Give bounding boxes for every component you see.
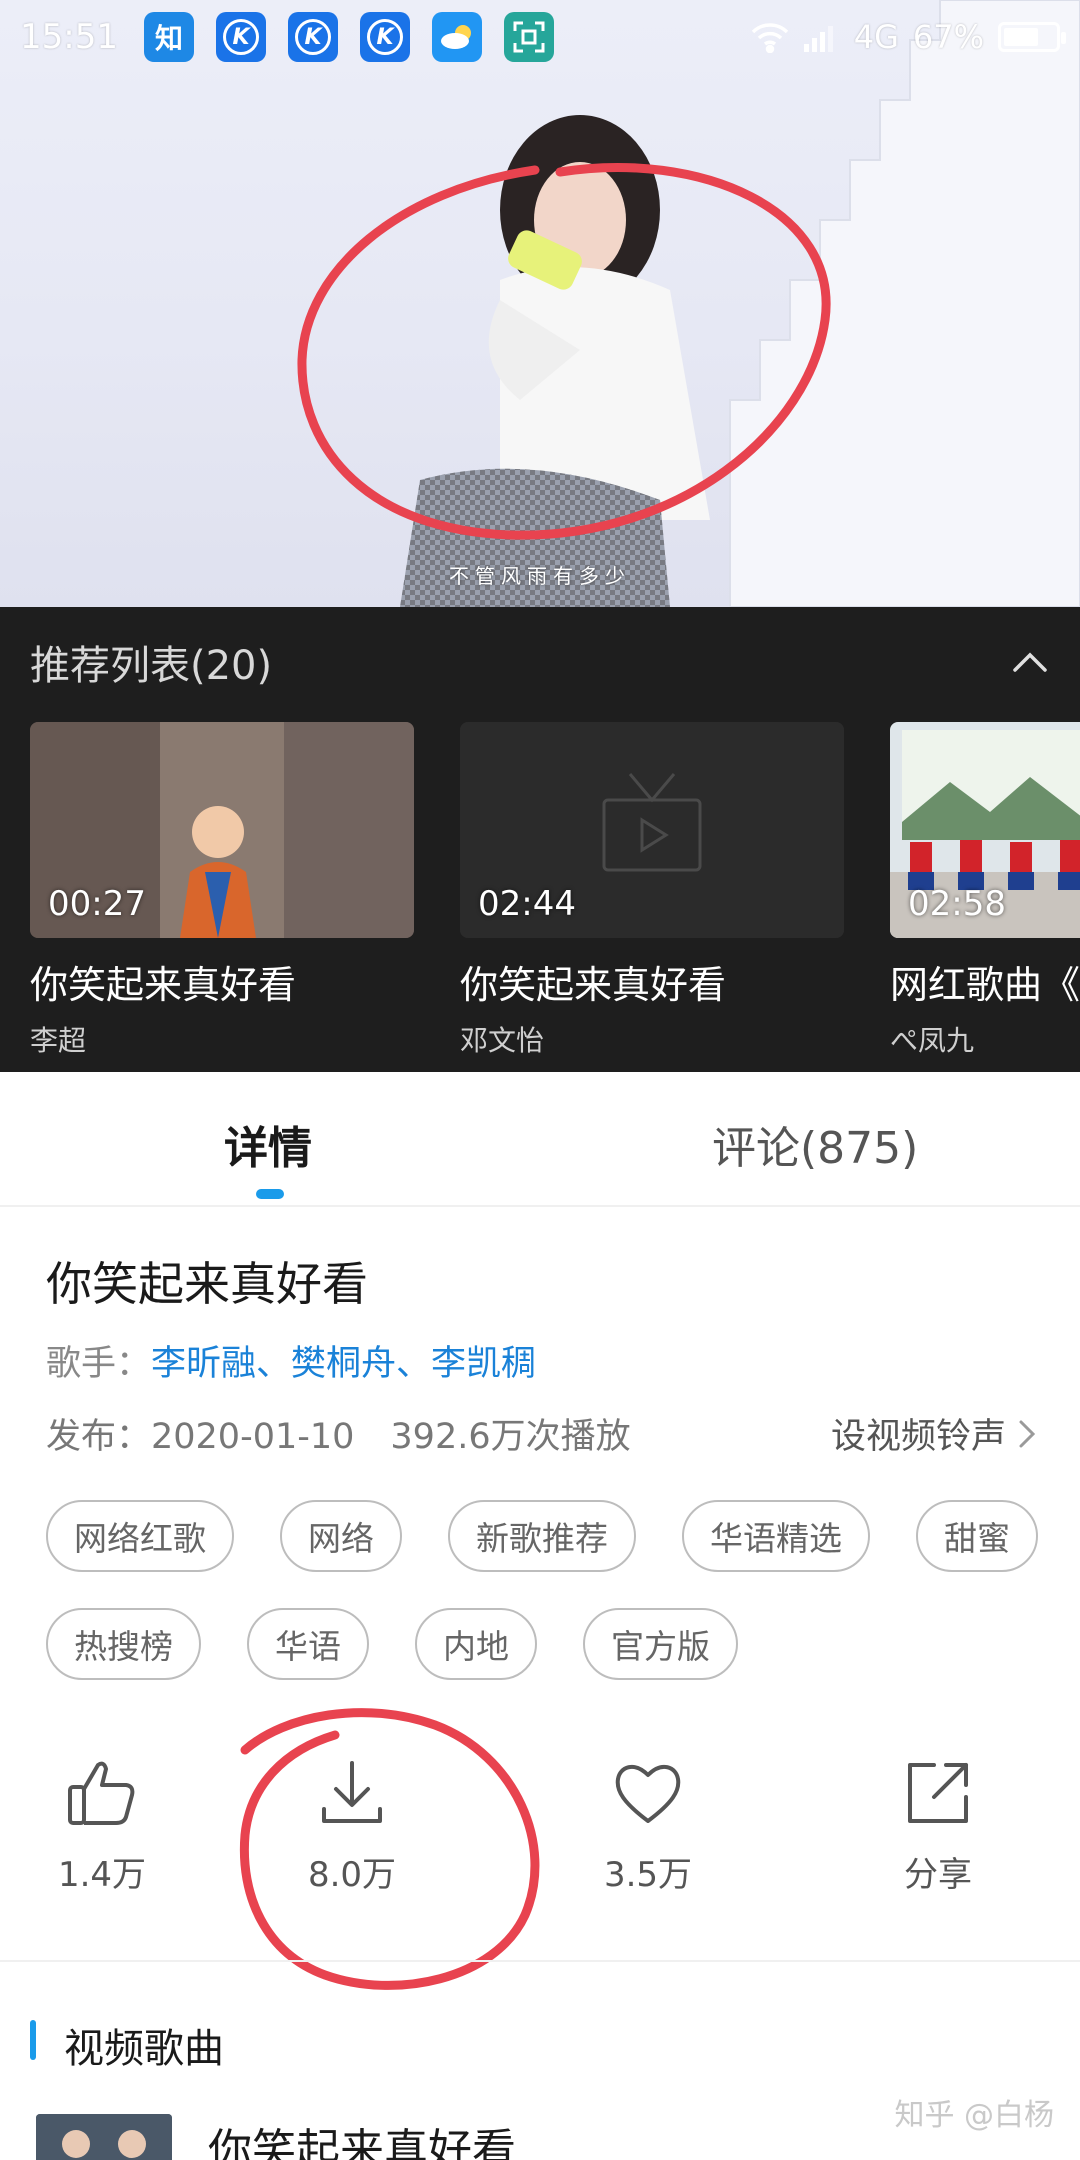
song-title: 你笑起来真好看: [46, 1257, 368, 1311]
recommend-video-title: 你笑起来真好看: [30, 963, 297, 1007]
chevron-right-icon: [1019, 1420, 1036, 1447]
tag-chip[interactable]: 华语精选: [682, 1500, 870, 1572]
chevron-up-icon: [1013, 652, 1047, 672]
status-bar: 15:51 知 K K K 4G 67%: [0, 0, 1080, 74]
heart-icon: [615, 1764, 681, 1823]
tag-chip[interactable]: 内地: [415, 1608, 537, 1680]
tag-chip[interactable]: 华语: [247, 1608, 369, 1680]
tag-row: 热搜榜 华语 内地 官方版: [46, 1608, 1080, 1680]
kugou-app-icon: K: [215, 12, 266, 62]
recommend-list: 00:27 你笑起来真好看 李超 02:44 你笑起来真好看 邓文怡 02:58…: [30, 722, 1080, 1059]
video-thumbnail: 02:58: [890, 722, 1080, 938]
tag-chip[interactable]: 新歌推荐: [448, 1500, 636, 1572]
wifi-icon: [751, 23, 788, 53]
singer-line: 歌手：李昕融、樊桐舟、李凯稠: [46, 1335, 536, 1386]
kugou-app-icon: K: [287, 12, 338, 62]
recommend-video-author: 李超: [30, 1024, 87, 1057]
section-accent-bar: [30, 2020, 36, 2060]
detail-tabs: 详情 评论(875): [0, 1072, 1080, 1207]
video-subtitle: 不管风雨有多少: [449, 564, 631, 588]
scanner-app-icon: [503, 12, 554, 62]
favorite-count: 3.5万: [603, 1855, 693, 1895]
video-thumbnail: 02:44: [460, 722, 844, 938]
section-divider: [0, 1960, 1080, 1962]
recommend-video-author: 邓文怡: [460, 1024, 545, 1057]
video-duration: 02:58: [908, 884, 1006, 924]
recommend-video-author: ぺ凤九: [890, 1024, 975, 1057]
singer-label: 歌手：: [46, 1344, 152, 1384]
tag-chip[interactable]: 网络: [280, 1500, 402, 1572]
download-button[interactable]: 8.0万: [252, 1755, 452, 1896]
tab-comments[interactable]: 评论(875): [712, 1112, 918, 1176]
video-duration: 02:44: [478, 884, 576, 924]
tab-details[interactable]: 详情: [224, 1112, 312, 1176]
recommend-panel: 推荐列表(20) 00:27 你笑起来真好看 李超 02:44 你笑起来真好看 …: [0, 607, 1080, 1072]
signal-icon: [803, 26, 833, 52]
tag-list: 网络红歌 网络 新歌推荐 华语精选 甜蜜 热搜榜 华语 内地 官方版: [46, 1500, 1080, 1716]
tab-indicator: [256, 1189, 284, 1199]
tag-chip[interactable]: 官方版: [583, 1608, 738, 1680]
video-duration: 00:27: [48, 884, 146, 924]
like-button[interactable]: 1.4万: [2, 1755, 202, 1896]
singer-names-link[interactable]: 李昕融、樊桐舟、李凯稠: [151, 1344, 536, 1384]
set-ringtone-label: 设视频铃声: [830, 1417, 1006, 1457]
share-icon: [908, 1763, 968, 1823]
action-bar: 1.4万 8.0万 3.5万 分享: [0, 1755, 1080, 1965]
share-button[interactable]: 分享: [838, 1755, 1038, 1896]
recommend-header: 推荐列表(20): [0, 607, 1080, 717]
recommend-card[interactable]: 00:27 你笑起来真好看 李超: [30, 722, 414, 1059]
recommend-video-title: 网红歌曲《: [890, 963, 1080, 1007]
battery-icon: [998, 22, 1066, 52]
recommend-card[interactable]: 02:58 网红歌曲《 ぺ凤九: [890, 722, 1080, 1059]
status-indicators: 4G 67%: [750, 18, 1066, 56]
play-count: 392.6万次播放: [390, 1417, 631, 1457]
tag-chip[interactable]: 热搜榜: [46, 1608, 201, 1680]
set-ringtone-button[interactable]: 设视频铃声: [831, 1408, 1036, 1459]
tag-chip[interactable]: 甜蜜: [916, 1500, 1038, 1572]
battery-percent: 67%: [912, 18, 984, 56]
song-row-title: 你笑起来真好看: [208, 2125, 516, 2160]
recommend-video-title: 你笑起来真好看: [460, 963, 727, 1007]
favorite-button[interactable]: 3.5万: [548, 1755, 748, 1896]
weather-app-icon: [431, 12, 482, 62]
section-title: 视频歌曲: [64, 2026, 224, 2072]
recommend-card[interactable]: 02:44 你笑起来真好看 邓文怡: [460, 722, 844, 1059]
like-count: 1.4万: [57, 1855, 147, 1895]
release-date: 发布：2020-01-10: [46, 1417, 355, 1457]
zhihu-app-icon: 知: [143, 12, 194, 62]
thumbs-up-icon: [68, 1761, 135, 1825]
download-count: 8.0万: [307, 1855, 397, 1895]
download-icon: [322, 1761, 382, 1823]
kugou-app-icon: K: [359, 12, 410, 62]
video-player[interactable]: 15:51 知 K K K 4G 67% 不管风雨有多少: [0, 0, 1080, 607]
share-label: 分享: [904, 1855, 972, 1895]
video-frame-figure: [400, 115, 710, 607]
tag-row: 网络红歌 网络 新歌推荐 华语精选 甜蜜: [46, 1500, 1080, 1572]
song-thumbnail: [36, 2114, 172, 2160]
collapse-button[interactable]: [1010, 642, 1050, 682]
recommend-title: 推荐列表(20): [30, 643, 273, 689]
watermark: 知乎 @白杨: [894, 2098, 1054, 2133]
meta-line: 发布：2020-01-10 392.6万次播放 设视频铃声: [46, 1408, 1036, 1459]
network-type: 4G: [853, 18, 899, 56]
status-time: 15:51: [20, 17, 118, 57]
video-thumbnail: 00:27: [30, 722, 414, 938]
tag-chip[interactable]: 网络红歌: [46, 1500, 234, 1572]
